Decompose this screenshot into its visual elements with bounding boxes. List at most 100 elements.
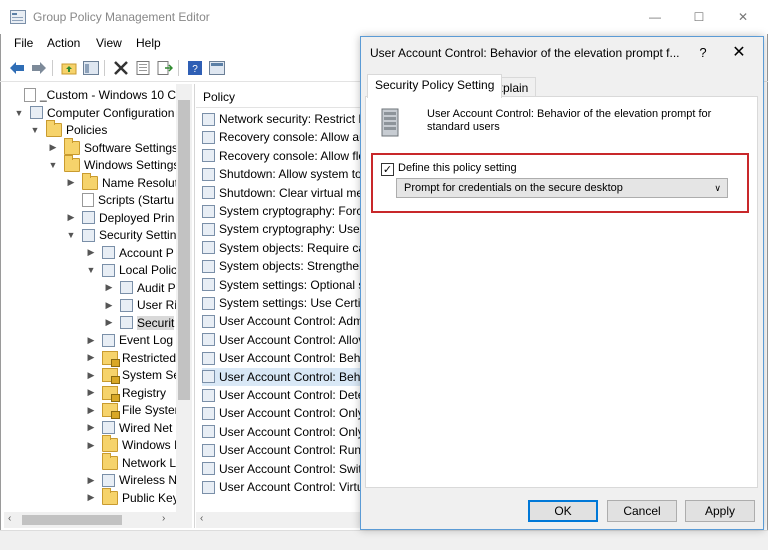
tree-item[interactable]: ▶ User Ri [104,296,177,314]
collapsed-icon[interactable]: ▶ [86,419,96,437]
policy-setting-icon [202,425,215,439]
collapsed-icon[interactable]: ▶ [104,314,114,332]
tree-hscroll-thumb[interactable] [22,515,122,525]
tree-item[interactable]: ▶ Restricted [86,349,176,367]
policy-row[interactable]: User Account Control: Beha [202,367,366,386]
tree-item[interactable]: ▶ Registry [86,384,166,402]
tree-item[interactable]: ▶ Public Key [86,487,179,507]
tree-item[interactable]: ▶ Event Log [86,331,174,349]
policy-row[interactable]: User Account Control: Beha [202,349,366,367]
tree-item[interactable]: ▼ Local Polic [86,261,178,279]
collapsed-icon[interactable]: ▶ [86,471,96,489]
tree-item[interactable]: ▼ Computer Configuration [14,104,175,122]
policy-row[interactable]: Shutdown: Allow system to [202,165,366,183]
help-icon[interactable]: ? [186,59,204,77]
define-policy-label[interactable]: Define this policy setting [398,162,517,174]
expanded-icon[interactable]: ▼ [86,261,96,279]
collapsed-icon[interactable]: ▶ [66,174,76,192]
policy-row[interactable]: System objects: Strengthen [202,257,366,275]
lock-folder-icon [102,368,120,384]
collapsed-icon[interactable]: ▶ [86,244,96,262]
tree-item[interactable]: ▼ Policies [30,120,107,139]
tree-item[interactable]: ▶ Wireless N [86,471,177,489]
policy-row[interactable]: Shutdown: Clear virtual men [202,184,366,202]
tree-item[interactable]: ▶ Securit [104,314,175,332]
expanded-icon[interactable]: ▼ [48,156,58,174]
collapsed-icon[interactable]: ▶ [104,279,114,297]
policy-row[interactable]: Network security: Restrict N [202,110,366,128]
define-policy-checkbox[interactable]: ✓ [381,163,394,176]
menu-file[interactable]: File [14,36,33,50]
menu-help[interactable]: Help [136,36,161,50]
tree-item[interactable]: ▼ Windows Settings [48,155,179,174]
elevation-prompt-select[interactable]: Prompt for credentials on the secure des… [396,178,728,198]
policy-row[interactable]: Recovery console: Allow aut [202,128,366,146]
expanded-icon[interactable]: ▼ [14,104,24,122]
collapsed-icon[interactable]: ▶ [86,384,96,402]
policy-column-header[interactable]: Policy [196,86,366,108]
list-scroll-left-icon[interactable]: ‹ [200,513,203,524]
policy-row[interactable]: User Account Control: Dete [202,386,366,404]
collapsed-icon[interactable]: ▶ [104,296,114,314]
policy-row[interactable]: System settings: Use Certific [202,294,366,312]
policy-row[interactable]: System cryptography: Force [202,202,366,220]
tree-item[interactable]: ▶ Software Settings [48,137,178,157]
policy-row[interactable]: Recovery console: Allow flo [202,147,366,165]
tree-item[interactable]: ▶ Name Resoluti [66,172,181,192]
menu-action[interactable]: Action [47,36,80,50]
tree-item[interactable]: Network L [86,452,176,472]
tree-item[interactable]: _Custom - Windows 10 Com [8,86,193,104]
collapsed-icon[interactable]: ▶ [86,489,96,507]
show-hide-tree-icon[interactable] [82,59,100,77]
close-button[interactable]: ✕ [720,0,766,34]
tab-security-policy-setting[interactable]: Security Policy Setting [367,74,503,98]
expanded-icon[interactable]: ▼ [30,121,40,139]
forward-icon[interactable] [30,59,48,77]
scroll-left-icon[interactable]: ‹ [8,513,11,524]
tree-scrollbar-thumb[interactable] [178,100,190,400]
policy-row[interactable]: User Account Control: Adm [202,312,366,330]
tree-item[interactable]: ▶ Deployed Prin [66,209,175,227]
apply-button[interactable]: Apply [685,500,755,522]
policy-row[interactable]: User Account Control: Virtu [202,478,366,496]
policy-row[interactable]: System objects: Require cas [202,239,366,257]
policy-row[interactable]: User Account Control: Switc [202,460,366,478]
collapsed-icon[interactable]: ▶ [86,366,96,384]
policy-row[interactable]: User Account Control: Allov [202,331,366,349]
scroll-right-icon[interactable]: › [162,513,165,524]
list-horizontal-scrollbar[interactable] [196,512,360,528]
policy-row[interactable]: User Account Control: Only [202,404,366,422]
policy-row[interactable]: User Account Control: Only [202,423,366,441]
collapsed-icon[interactable]: ▶ [86,349,96,367]
collapsed-icon[interactable]: ▶ [48,139,58,157]
tree-item[interactable]: ▶ Account P [86,244,174,262]
ok-button[interactable]: OK [528,500,598,522]
cancel-button[interactable]: Cancel [607,500,677,522]
properties-icon[interactable] [134,59,152,77]
minimize-button[interactable]: — [632,0,678,34]
export-list-icon[interactable] [156,59,174,77]
maximize-button[interactable]: ☐ [676,0,722,34]
expanded-icon[interactable]: ▼ [66,226,76,244]
up-folder-icon[interactable] [60,59,78,77]
tree-item[interactable]: ▶ Windows I [86,435,177,454]
collapsed-icon[interactable]: ▶ [66,209,76,227]
back-icon[interactable] [8,59,26,77]
policy-row[interactable]: System settings: Optional s [202,276,366,294]
tree-item[interactable]: ▶ File Systen [86,401,181,419]
show-console-icon[interactable] [208,59,226,77]
collapsed-icon[interactable]: ▶ [86,436,96,454]
collapsed-icon[interactable]: ▶ [86,331,96,349]
menu-view[interactable]: View [96,36,122,50]
policy-row[interactable]: User Account Control: Run [202,441,366,459]
collapsed-icon[interactable]: ▶ [86,401,96,419]
tree-item[interactable]: ▶ System Se [86,366,180,384]
policy-row[interactable]: System cryptography: Use F [202,220,366,238]
tree-item[interactable]: ▶ Wired Net [86,419,173,437]
tree-item[interactable]: ▶ Audit P [104,279,176,297]
tree-item[interactable]: Scripts (Startu [66,191,174,209]
dialog-help-button[interactable]: ? [693,41,713,63]
tree-item[interactable]: ▼ Security Settin [66,226,177,244]
dialog-close-button[interactable]: ✕ [725,41,753,63]
delete-icon[interactable] [112,59,130,77]
